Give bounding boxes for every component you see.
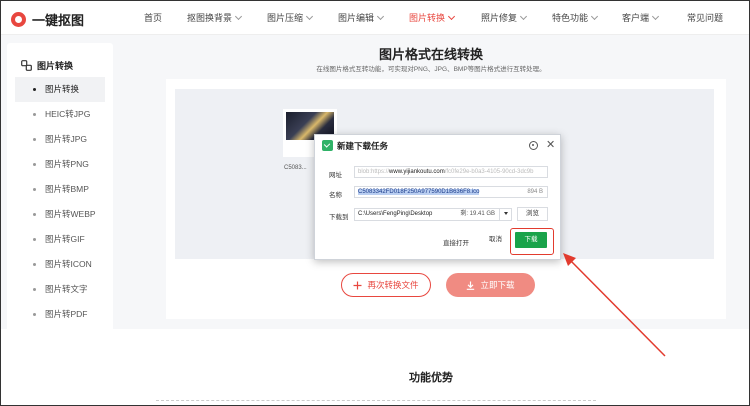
browser-viewport: 一键抠图 首页 抠图换背景 图片压缩 图片编辑 图片转换 照片修复 特色功能 客户端 常见问题 … bbox=[0, 0, 750, 406]
annotation-arrow-icon bbox=[563, 253, 666, 357]
